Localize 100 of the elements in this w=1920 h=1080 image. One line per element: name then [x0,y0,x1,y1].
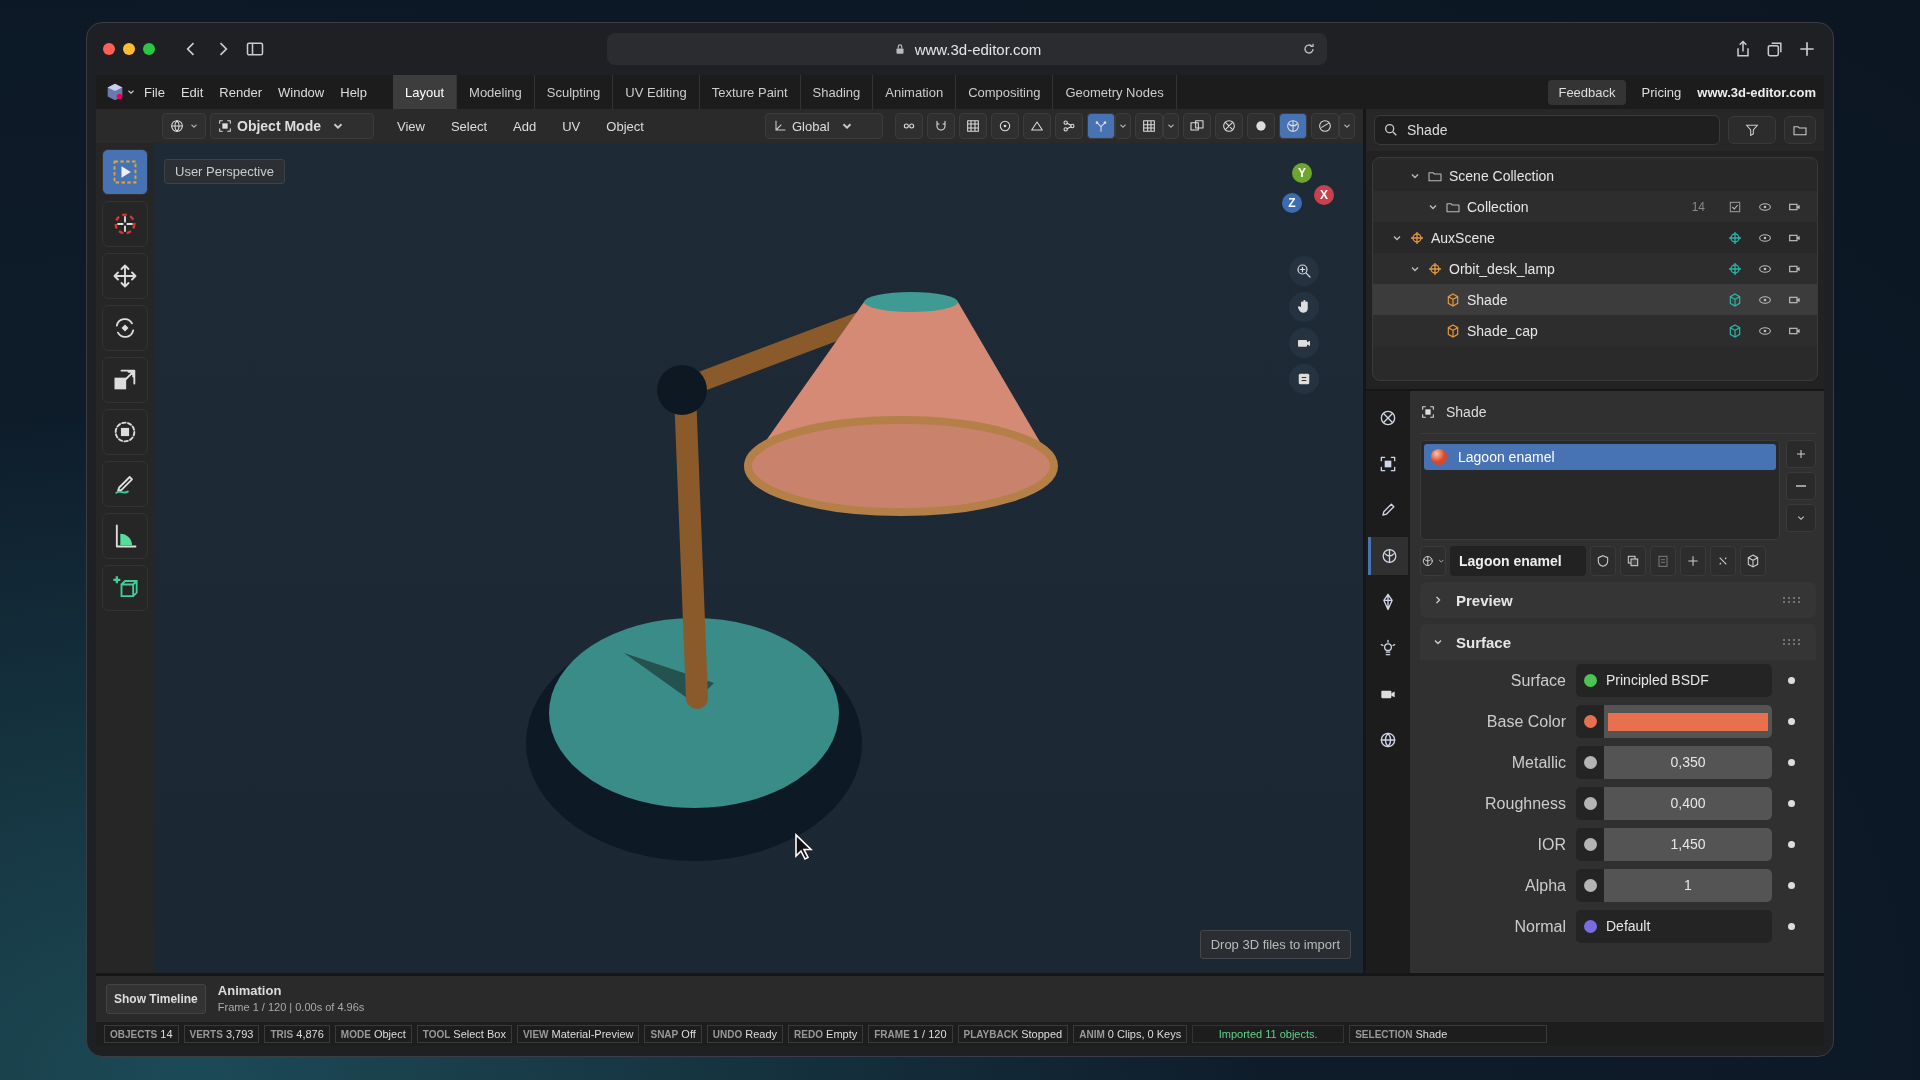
view-menu-item[interactable]: UV [551,118,592,134]
workspace-tab[interactable]: Layout [393,75,458,109]
grid-toggle[interactable] [1135,113,1163,139]
scale-tool[interactable] [102,357,148,403]
select-box-tool[interactable] [102,149,148,195]
triangle-toggle[interactable] [1023,113,1051,139]
socket-dot[interactable] [1583,838,1597,851]
mode-dropdown[interactable]: Object Mode [210,113,374,139]
duplicate-button[interactable] [1620,546,1646,576]
transform-tool[interactable] [102,409,148,455]
material-name-field[interactable]: Lagoon enamel [1450,546,1586,576]
magnet-toggle[interactable] [927,113,955,139]
view-menu-item[interactable]: Add [502,118,548,134]
hand-button[interactable] [1289,292,1319,322]
add-slot-button[interactable] [1786,440,1816,468]
rotate-tool[interactable] [102,305,148,351]
socket-dot[interactable] [1583,756,1597,769]
pricing-link[interactable]: Pricing [1633,84,1690,100]
keyframe-dot[interactable] [1788,841,1795,848]
view-menu-item[interactable]: Select [439,118,499,134]
menu-item[interactable]: Render [211,84,270,100]
camera-button[interactable] [1289,328,1319,358]
socket-dot[interactable] [1583,797,1597,810]
sidebar-icon[interactable] [245,39,265,59]
crosshair-tool[interactable] [102,201,148,247]
keyframe-dot[interactable] [1788,923,1795,930]
new-tab-icon[interactable] [1797,39,1817,59]
dropdown-button[interactable] [1339,113,1355,139]
cube-icon[interactable] [1727,291,1743,308]
gizmo-toggle[interactable] [1087,113,1115,139]
socket-dot[interactable] [1583,879,1597,892]
material-sphere-tab[interactable] [1368,537,1408,575]
close-window-button[interactable] [103,43,115,55]
filter-button[interactable] [1728,116,1776,144]
overlap-squares-toggle[interactable] [1183,113,1211,139]
input-label: Surface [1509,671,1567,690]
input-label: Roughness [1484,794,1567,813]
material-slot[interactable]: Lagoon enamel [1424,444,1776,470]
link-toggle[interactable] [895,113,923,139]
new-material-button[interactable] [1680,546,1706,576]
grid-toggle[interactable] [959,113,987,139]
outliner-row[interactable]: Shade [1373,284,1817,315]
crosshair-icon[interactable] [1727,229,1743,246]
minimize-window-button[interactable] [123,43,135,55]
nodes-toggle[interactable] [1055,113,1083,139]
number-field[interactable]: 1,450 [1604,828,1772,861]
editor-type-dropdown[interactable] [162,113,206,139]
keyframe-dot[interactable] [1788,882,1795,889]
axis-handle[interactable]: X [1314,185,1334,205]
color-swatch[interactable] [1608,712,1768,731]
keyframe-dot[interactable] [1788,677,1795,684]
reload-icon[interactable] [1301,41,1317,57]
keyframe-dot[interactable] [1788,800,1795,807]
material-sphere-toggle[interactable] [1279,113,1307,139]
drop-files-button[interactable]: Drop 3D files to import [1199,930,1351,959]
tabs-icon[interactable] [1765,39,1785,59]
cube-icon [1445,322,1461,339]
wireframe-sphere-toggle[interactable] [1215,113,1243,139]
remove-slot-button[interactable] [1786,472,1816,500]
plus-icon [1685,553,1701,569]
panel-header[interactable]: Surface [1420,624,1816,660]
cube-icon[interactable] [1727,322,1743,339]
socket-dot[interactable] [1583,674,1597,687]
socket-dot[interactable] [1583,715,1597,728]
solid-sphere-toggle[interactable] [1247,113,1275,139]
panel-header[interactable]: Preview [1420,582,1816,618]
feedback-button[interactable]: Feedback [1548,79,1626,105]
add-cube-tool[interactable] [102,565,148,611]
orientation-dropdown[interactable]: Global [765,113,883,139]
menu-item[interactable]: Edit [172,84,212,100]
drag-handle-icon[interactable] [1782,638,1802,646]
number-field[interactable]: 0,400 [1604,787,1772,820]
menu-item[interactable]: Help [332,84,375,100]
keyframe-dot[interactable] [1788,718,1795,725]
pivot-toggle[interactable] [991,113,1019,139]
view-menu-item[interactable]: Object [595,118,655,134]
crosshair-icon[interactable] [1727,260,1743,277]
drag-handle-icon[interactable] [1782,596,1802,604]
view-menu-item[interactable]: View [386,118,436,134]
zoom-button[interactable] [1289,256,1319,286]
browse-material-button[interactable] [1420,546,1446,576]
rendered-sphere-toggle[interactable] [1311,113,1339,139]
keyframe-dot[interactable] [1788,759,1795,766]
site-link[interactable]: www.3d-editor.com [1689,84,1824,100]
search-field[interactable]: Shade [1374,115,1720,145]
new-collection-button[interactable] [1784,116,1816,144]
maximize-window-button[interactable] [143,43,155,55]
move-tool[interactable] [102,253,148,299]
socket-dot[interactable] [1583,920,1597,933]
menu-item[interactable]: File [136,84,173,100]
axis-handle[interactable]: Z [1282,193,1302,213]
number-field[interactable]: 0,350 [1604,746,1772,779]
pencil-tool[interactable] [102,461,148,507]
fake-user-button[interactable] [1590,546,1616,576]
address-bar[interactable]: www.3d-editor.com [607,33,1327,65]
number-field[interactable]: 1 [1604,869,1772,902]
ruler-tool[interactable] [102,513,148,559]
menu-item[interactable]: Window [270,84,333,100]
link-type-dropdown[interactable] [1740,546,1766,576]
show-timeline-button[interactable]: Show Timeline [106,984,206,1014]
